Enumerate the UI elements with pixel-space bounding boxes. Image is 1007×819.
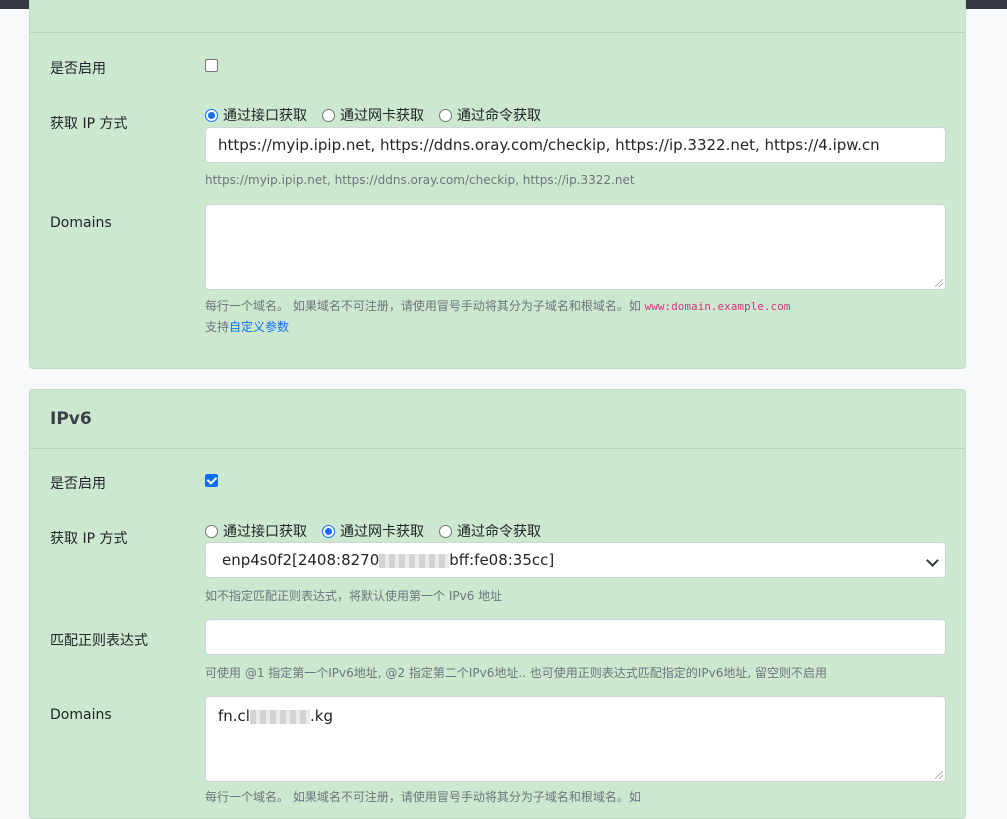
ipv6-nic-select[interactable]: enp4s0f2[2408:8270 bff:fe08:35cc] bbox=[205, 542, 946, 578]
ipv4-custom-help: 支持自定义参数 bbox=[205, 320, 290, 334]
ipv4-enable-checkbox[interactable] bbox=[205, 59, 218, 72]
ipv4-card: 是否启用 获取 IP 方式 通过接口获取 通过网卡获取 通过命令获取 https… bbox=[29, 0, 966, 369]
ipv4-domains-label: Domains bbox=[50, 215, 112, 231]
ipv6-nic-help: 如不指定匹配正则表达式，将默认使用第一个 IPv6 地址 bbox=[205, 589, 503, 603]
ipv6-card-title: IPv6 bbox=[50, 409, 92, 429]
ipv6-enable-label: 是否启用 bbox=[50, 476, 106, 492]
ipv6-method-nic[interactable]: 通过网卡获取 bbox=[322, 521, 424, 541]
radio-icon[interactable] bbox=[439, 524, 452, 538]
ipv6-regex-label: 匹配正则表达式 bbox=[50, 633, 148, 649]
ipv4-method-api[interactable]: 通过接口获取 bbox=[205, 105, 307, 125]
radio-icon[interactable] bbox=[439, 108, 452, 122]
ipv6-method-api[interactable]: 通过接口获取 bbox=[205, 521, 307, 541]
ipv6-card-header: IPv6 bbox=[30, 390, 965, 449]
radio-icon[interactable] bbox=[322, 108, 335, 122]
radio-selected-icon[interactable] bbox=[322, 524, 335, 538]
ipv6-enable-checkbox[interactable] bbox=[205, 474, 218, 487]
ipv6-regex-help: 可使用 @1 指定第一个IPv6地址, @2 指定第二个IPv6地址.. 也可使… bbox=[205, 666, 827, 680]
ipv6-regex-input[interactable] bbox=[205, 619, 946, 655]
resize-handle-icon[interactable] bbox=[935, 771, 943, 779]
ipv4-card-header bbox=[30, 0, 965, 33]
ipv6-domains-help: 每行一个域名。 如果域名不可注册，请使用冒号手动将其分为子域名和根域名。如 bbox=[205, 790, 641, 804]
redacted-text bbox=[379, 553, 450, 568]
resize-handle-icon[interactable] bbox=[935, 279, 943, 287]
ipv4-url-help: https://myip.ipip.net, https://ddns.oray… bbox=[205, 173, 635, 187]
ipv4-method-cmd[interactable]: 通过命令获取 bbox=[439, 105, 541, 125]
ipv6-method-cmd[interactable]: 通过命令获取 bbox=[439, 521, 541, 541]
ipv6-ip-method-group: 通过接口获取 通过网卡获取 通过命令获取 bbox=[205, 521, 556, 541]
ipv6-domains-label: Domains bbox=[50, 707, 112, 723]
ipv6-domains-textarea[interactable]: fn.cl .kg bbox=[205, 696, 946, 782]
ipv4-url-input[interactable]: https://myip.ipip.net, https://ddns.oray… bbox=[205, 127, 946, 163]
redacted-text bbox=[249, 709, 310, 724]
custom-params-link[interactable]: 自定义参数 bbox=[229, 320, 289, 334]
ipv4-ip-method-label: 获取 IP 方式 bbox=[50, 116, 128, 132]
chevron-down-icon bbox=[926, 554, 939, 567]
radio-selected-icon[interactable] bbox=[205, 108, 218, 122]
ipv6-card: IPv6 是否启用 获取 IP 方式 通过接口获取 通过网卡获取 通过命令获取 … bbox=[29, 389, 966, 819]
ipv4-ip-method-group: 通过接口获取 通过网卡获取 通过命令获取 bbox=[205, 105, 556, 125]
ipv4-method-nic[interactable]: 通过网卡获取 bbox=[322, 105, 424, 125]
ipv4-domains-help: 每行一个域名。 如果域名不可注册，请使用冒号手动将其分为子域名和根域名。如 ww… bbox=[205, 299, 791, 313]
radio-icon[interactable] bbox=[205, 524, 218, 538]
ipv4-enable-label: 是否启用 bbox=[50, 61, 106, 77]
ipv4-domains-textarea[interactable] bbox=[205, 204, 946, 290]
ipv6-ip-method-label: 获取 IP 方式 bbox=[50, 531, 128, 547]
